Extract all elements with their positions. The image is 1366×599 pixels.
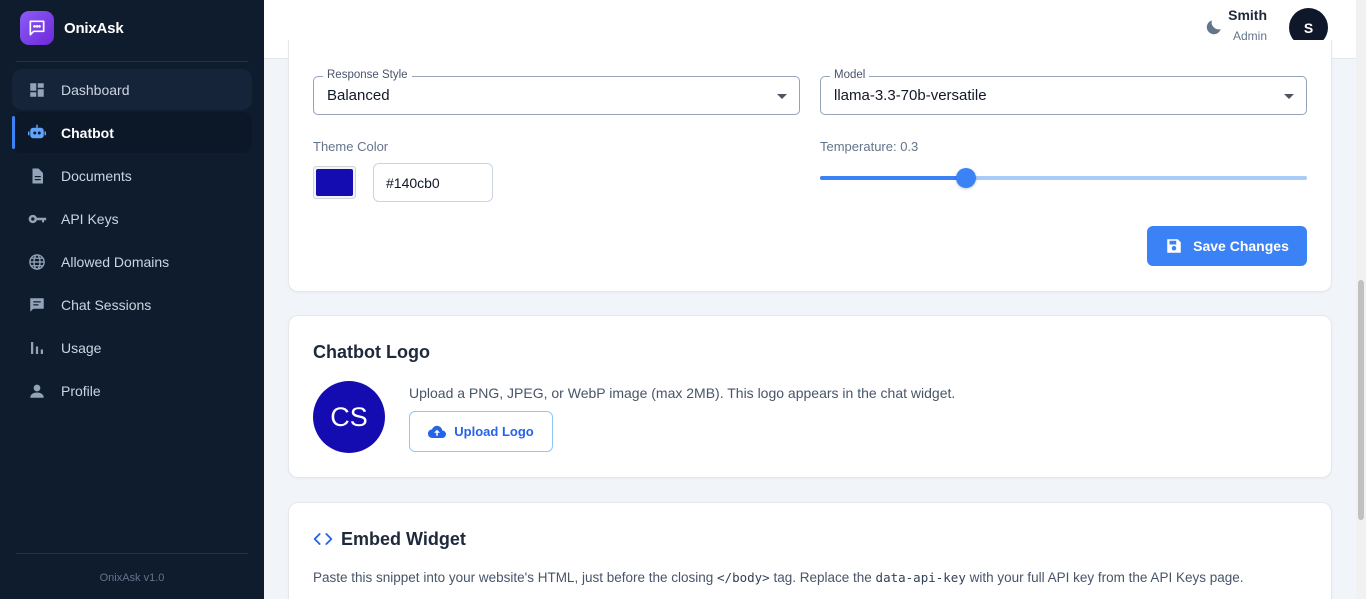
temperature-label: Temperature: 0.3 <box>820 139 919 154</box>
sidebar: OnixAsk Dashboard Chatbot Documents API <box>0 0 264 599</box>
dashboard-icon <box>27 80 47 100</box>
theme-color-label: Theme Color <box>313 139 389 154</box>
sidebar-item-label: Usage <box>61 339 102 356</box>
divider <box>16 61 248 62</box>
theme-color-hex-input[interactable]: #140cb0 <box>373 163 493 202</box>
code-icon <box>313 530 333 548</box>
sidebar-item-label: Dashboard <box>61 81 130 98</box>
robot-icon <box>27 123 47 143</box>
embed-widget-title: Embed Widget <box>341 529 466 549</box>
save-icon <box>1165 237 1183 255</box>
cloud-upload-icon <box>428 423 447 441</box>
sidebar-item-label: Profile <box>61 382 101 399</box>
upload-logo-button[interactable]: Upload Logo <box>409 411 553 452</box>
upload-logo-label: Upload Logo <box>454 424 534 439</box>
save-changes-label: Save Changes <box>1193 238 1289 254</box>
sidebar-item-chatbot[interactable]: Chatbot <box>12 112 252 153</box>
embed-desc-text: with your full API key from the API Keys… <box>965 570 1244 585</box>
document-icon <box>27 166 47 186</box>
person-icon <box>27 381 47 401</box>
bar-chart-icon <box>27 338 47 358</box>
scrollbar-thumb[interactable] <box>1358 280 1364 520</box>
theme-color-picker[interactable] <box>313 166 356 199</box>
code-body-tag: </body> <box>717 570 770 585</box>
embed-description: Paste this snippet into your website's H… <box>313 570 1244 585</box>
model-select[interactable]: Model llama-3.3-70b-versatile <box>820 69 1307 115</box>
caret-down-icon <box>777 94 787 99</box>
slider-thumb[interactable] <box>956 168 977 188</box>
sidebar-item-profile[interactable]: Profile <box>12 370 252 411</box>
field-value: Balanced <box>327 87 390 104</box>
sidebar-item-dashboard[interactable]: Dashboard <box>12 69 252 110</box>
embed-desc-text: Paste this snippet into your website's H… <box>313 570 718 585</box>
sidebar-item-chat-sessions[interactable]: Chat Sessions <box>12 284 252 325</box>
version-label: OnixAsk v1.0 <box>99 572 165 584</box>
slider-fill <box>820 176 967 180</box>
chat-bubble-logo-icon <box>20 11 54 45</box>
sidebar-item-label: Documents <box>61 167 132 184</box>
page-scrollbar[interactable] <box>1356 0 1366 599</box>
caret-down-icon <box>1284 94 1294 99</box>
field-label: Response Style <box>323 69 412 81</box>
save-changes-button[interactable]: Save Changes <box>1147 226 1307 266</box>
field-label: Model <box>830 69 870 81</box>
sidebar-item-label: Chat Sessions <box>61 296 152 313</box>
chat-icon <box>27 295 47 315</box>
sidebar-item-label: Chatbot <box>61 124 114 141</box>
sidebar-nav: Dashboard Chatbot Documents API Keys All… <box>12 69 252 413</box>
key-icon <box>27 209 47 229</box>
user-name: Smith <box>1228 7 1267 23</box>
color-swatch <box>316 169 353 196</box>
brand-name: OnixAsk <box>64 19 124 37</box>
sidebar-item-usage[interactable]: Usage <box>12 327 252 368</box>
logo-description: Upload a PNG, JPEG, or WebP image (max 2… <box>409 385 956 401</box>
sidebar-item-label: Allowed Domains <box>61 253 170 270</box>
temperature-slider[interactable] <box>820 168 1307 188</box>
sidebar-item-allowed-domains[interactable]: Allowed Domains <box>12 241 252 282</box>
moon-icon[interactable] <box>1204 17 1226 39</box>
divider <box>16 553 248 554</box>
brand[interactable]: OnixAsk <box>20 11 124 45</box>
code-api-key-attr: data-api-key <box>875 570 966 585</box>
logo-preview: CS <box>313 381 385 453</box>
embed-desc-text: tag. Replace the <box>769 570 876 585</box>
field-value: llama-3.3-70b-versatile <box>834 87 987 104</box>
sidebar-item-api-keys[interactable]: API Keys <box>12 198 252 239</box>
chatbot-logo-title: Chatbot Logo <box>313 342 430 362</box>
sidebar-item-documents[interactable]: Documents <box>12 155 252 196</box>
response-style-select[interactable]: Response Style Balanced <box>313 69 800 115</box>
sidebar-item-label: API Keys <box>61 210 119 227</box>
globe-icon <box>27 252 47 272</box>
